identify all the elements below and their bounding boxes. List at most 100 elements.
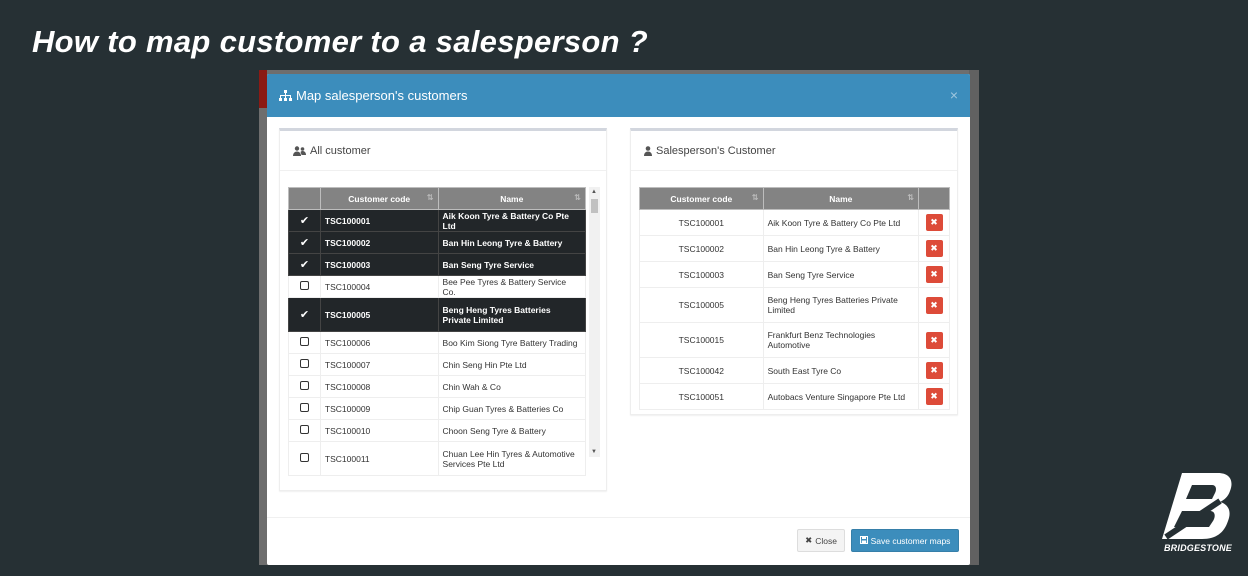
column-label: Name [829,193,853,204]
remove-icon: ✖ [930,334,938,345]
remove-icon: ✖ [930,365,938,375]
salesperson-customer-title: Salesperson's Customer [656,144,776,157]
action-cell: ✖ [918,235,950,262]
all-customer-table-scroll[interactable]: Customer code ⇅ Name ⇅ ✔ TSC100001 Aik Koon … [288,187,600,481]
action-cell: ✖ [918,322,950,358]
all-customer-header: All customer [280,131,606,171]
select-cell[interactable] [288,331,321,354]
select-cell[interactable]: ✔ [288,297,321,332]
save-button-label: Save customer maps [870,535,951,546]
select-cell[interactable] [288,397,321,420]
customer-code-cell: TSC100003 [639,261,764,288]
sort-icon[interactable]: ⇅ [907,193,914,202]
customer-code-cell: TSC100002 [319,231,439,254]
customer-name-cell: Autobacs Venture Singapore Pte Ltd [762,383,920,410]
remove-customer-button[interactable]: ✖ [925,214,943,231]
row-checkbox[interactable] [299,403,309,412]
customer-name-cell: Chin Wah & Co [437,375,587,398]
customer-code-cell: TSC100002 [639,235,764,262]
select-cell[interactable] [288,441,321,476]
salesperson-customer-header: Salesperson's Customer [631,131,957,171]
customer-code-cell: TSC100010 [319,419,439,442]
close-button[interactable]: ✖ Close [797,529,845,552]
row-checkbox[interactable] [299,381,309,390]
customer-row[interactable]: ✔ TSC100003 Ban Seng Tyre Service [288,253,587,276]
customer-code-cell: TSC100001 [319,209,439,232]
remove-customer-button[interactable]: ✖ [925,266,943,283]
customer-name-cell: Beng Heng Tyres Batteries Private Limite… [437,297,587,332]
column-customer-code[interactable]: Customer code ⇅ [639,187,764,210]
select-cell[interactable]: ✔ [288,209,321,232]
customer-name-cell: Ban Hin Leong Tyre & Battery [437,231,587,254]
column-label: Customer code [670,193,733,204]
customer-name-cell: Beng Heng Tyres Batteries Private Limite… [762,287,920,323]
customer-code-cell: TSC100015 [639,322,764,358]
scroll-thumb[interactable] [591,199,598,213]
customer-code-cell: TSC100051 [639,383,764,410]
sort-icon[interactable]: ⇅ [752,193,759,202]
remove-customer-button[interactable]: ✖ [925,362,943,379]
customer-name-cell: Frankfurt Benz Technologies Automotive [762,322,920,358]
select-cell[interactable] [288,353,321,376]
remove-customer-button[interactable]: ✖ [925,240,943,257]
action-cell: ✖ [918,261,950,288]
all-customer-table: Customer code ⇅ Name ⇅ ✔ TSC100001 Aik Koon … [288,187,587,476]
mapped-customer-row: TSC100003 Ban Seng Tyre Service ✖ [639,261,950,288]
check-icon[interactable]: ✔ [300,215,309,227]
customer-code-cell: TSC100005 [319,297,439,332]
customer-code-cell: TSC100007 [319,353,439,376]
select-cell[interactable] [288,419,321,442]
customer-row[interactable]: ✔ TSC100001 Aik Koon Tyre & Battery Co Pte… [288,209,587,232]
row-checkbox[interactable] [299,425,309,434]
row-checkbox[interactable] [299,359,309,368]
row-checkbox[interactable] [299,337,309,346]
select-cell[interactable]: ✔ [288,253,321,276]
action-cell: ✖ [918,383,950,410]
remove-customer-button[interactable]: ✖ [925,388,943,405]
column-name[interactable]: Name ⇅ [762,187,920,210]
column-customer-code[interactable]: Customer code ⇅ [319,187,439,210]
customer-code-cell: TSC100005 [639,287,764,323]
salesperson-customer-table: Customer code ⇅ Name ⇅ TSC100001 Aik Koon T… [639,187,950,410]
column-label: Customer code [348,193,411,204]
customer-row[interactable]: TSC100011 Chuan Lee Hin Tyres & Automotiv… [288,441,587,476]
remove-icon: ✖ [930,217,938,227]
scroll-down-icon[interactable]: ▼ [591,449,597,455]
remove-customer-button[interactable]: ✖ [925,296,943,314]
sitemap-icon [279,90,292,101]
customer-name-cell: Bee Pee Tyres & Battery Service Co. [437,275,587,298]
column-name[interactable]: Name ⇅ [437,187,587,210]
customer-row[interactable]: TSC100006 Boo Kim Siong Tyre Battery Trad… [288,331,587,354]
all-customer-panel: All customer Customer code ⇅ Name ⇅ ✔ TSC10… [279,128,607,491]
salesperson-customer-table-wrap: Customer code ⇅ Name ⇅ TSC100001 Aik Koon T… [639,187,950,410]
customer-row[interactable]: TSC100008 Chin Wah & Co [288,375,587,398]
sort-icon[interactable]: ⇅ [574,193,581,202]
customer-row[interactable]: TSC100010 Choon Seng Tyre & Battery [288,419,587,442]
customer-row[interactable]: TSC100009 Chip Guan Tyres & Batteries Co [288,397,587,420]
select-cell[interactable]: ✔ [288,231,321,254]
customer-row[interactable]: ✔ TSC100002 Ban Hin Leong Tyre & Battery [288,231,587,254]
select-cell[interactable] [288,375,321,398]
action-cell: ✖ [918,357,950,384]
remove-customer-button[interactable]: ✖ [925,331,943,349]
sort-icon[interactable]: ⇅ [427,193,434,202]
row-checkbox[interactable] [299,453,309,462]
brand-logo-text: BRIDGESTONE [1163,543,1233,553]
customer-code-cell: TSC100003 [319,253,439,276]
check-icon[interactable]: ✔ [300,259,309,271]
mapped-customer-row: TSC100051 Autobacs Venture Singapore Pte … [639,383,950,410]
modal-close-icon[interactable]: × [950,87,958,103]
customer-name-cell: Aik Koon Tyre & Battery Co Pte Ltd [762,209,920,236]
customer-row[interactable]: TSC100007 Chin Seng Hin Pte Ltd [288,353,587,376]
table-scrollbar[interactable]: ▲ ▼ [589,187,600,457]
customer-name-cell: Aik Koon Tyre & Battery Co Pte Ltd [437,209,587,232]
select-cell[interactable] [288,275,321,298]
save-customer-maps-button[interactable]: Save customer maps [851,529,959,552]
row-checkbox[interactable] [299,281,309,290]
customer-row[interactable]: ✔ TSC100005 Beng Heng Tyres Batteries Priv… [288,297,587,332]
customer-row[interactable]: TSC100004 Bee Pee Tyres & Battery Service… [288,275,587,298]
customer-name-cell: Boo Kim Siong Tyre Battery Trading [437,331,587,354]
check-icon[interactable]: ✔ [300,309,309,321]
scroll-up-icon[interactable]: ▲ [591,189,597,195]
check-icon[interactable]: ✔ [300,237,309,249]
